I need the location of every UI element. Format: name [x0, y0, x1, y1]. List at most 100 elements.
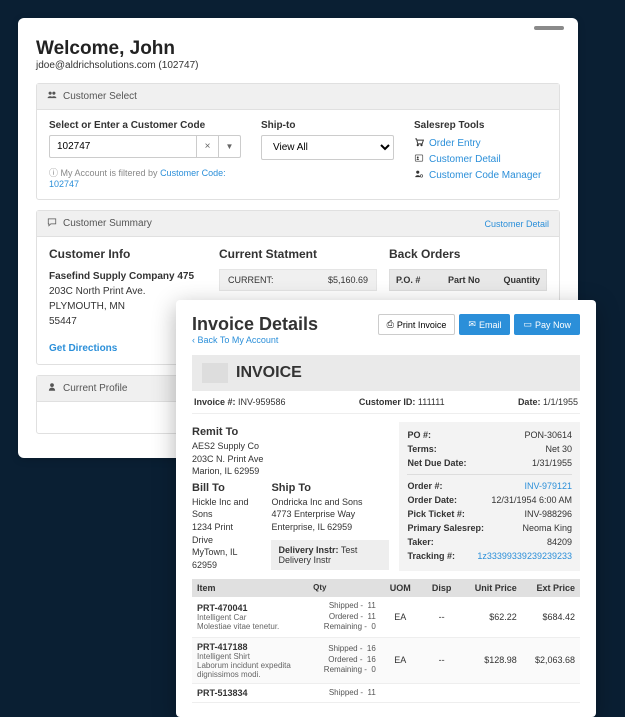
order-link[interactable]: INV-979121 [524, 481, 572, 491]
customer-id: 111111 [418, 397, 445, 407]
tracking-link[interactable]: 1z33399339239239233 [477, 551, 572, 561]
statement-label: CURRENT: [228, 275, 274, 285]
pay-button[interactable]: ▭ Pay Now [514, 314, 580, 335]
statement-amount: $5,160.69 [328, 275, 368, 285]
item-ext [522, 689, 580, 697]
salesrep: Neoma King [522, 523, 572, 533]
item-unit: $128.98 [464, 651, 522, 669]
tool-customer-detail[interactable]: Customer Detail [414, 151, 547, 167]
email-button[interactable]: ✉ Email [459, 314, 510, 335]
col-unit: Unit Price [464, 579, 522, 597]
filter-note: ⓘ My Account is filtered by Customer Cod… [49, 166, 241, 189]
clear-icon[interactable]: × [197, 135, 219, 158]
item-qty: Shipped - 11 [308, 684, 381, 702]
taker: 84209 [547, 537, 572, 547]
bill-name: Hickle Inc and Sons [192, 497, 249, 520]
doc-label: INVOICE [236, 364, 302, 382]
item-uom [381, 689, 420, 697]
shipto-label: Ship-to [261, 120, 394, 131]
invoice-date: 1/1/1955 [543, 397, 578, 407]
bill-city: MyTown, IL 62959 [192, 547, 237, 570]
col-item: Item [192, 579, 308, 597]
info-title: Customer Info [49, 247, 207, 261]
card-title: Customer Summary [63, 218, 152, 229]
due-date: 1/31/1955 [532, 458, 572, 468]
item-uom: EA [381, 651, 420, 669]
line-item: PRT-470041Intelligent CarMolestiae vitae… [192, 597, 580, 637]
card-title: Current Profile [63, 383, 127, 394]
delivery-instr: Delivery Instr: Test Delivery Instr [271, 540, 389, 570]
backorders-title: Back Orders [389, 247, 547, 261]
person-icon [47, 382, 57, 395]
bill-title: Bill To [192, 482, 255, 494]
welcome-heading: Welcome, John [36, 38, 560, 60]
invoice-panel: Invoice Details ‹ Back To My Account ⎙ P… [176, 300, 596, 717]
item-unit [464, 689, 522, 697]
person-card-icon [414, 153, 424, 165]
remit-title: Remit To [192, 426, 389, 438]
company-name: Fasefind Supply Company 475 [49, 271, 194, 282]
tool-code-manager[interactable]: Customer Code Manager [414, 167, 547, 183]
customer-detail-link[interactable]: Customer Detail [484, 219, 549, 229]
cart-icon [414, 137, 424, 149]
item-ext: $2,063.68 [522, 651, 580, 669]
item-sku: PRT-513834 [197, 688, 303, 698]
item-ext: $684.42 [522, 608, 580, 626]
remit-city: Marion, IL 62959 [192, 466, 259, 476]
po-number: PON-30614 [524, 430, 572, 440]
print-icon: ⎙ [387, 319, 394, 330]
info-icon: ⓘ [49, 168, 61, 178]
customer-select-header: Customer Select [37, 84, 559, 110]
person-gear-icon [414, 169, 424, 181]
order-date: 12/31/1954 6:00 AM [491, 495, 572, 505]
customer-code-input[interactable] [49, 135, 197, 158]
ship-city: Enterprise, IL 62959 [271, 522, 352, 532]
drag-handle[interactable] [534, 26, 564, 30]
summary-header: Customer Summary Customer Detail [37, 211, 559, 237]
ship-title: Ship To [271, 482, 389, 494]
customer-select-card: Customer Select Select or Enter a Custom… [36, 83, 560, 200]
item-name: Intelligent Shirt [197, 652, 303, 661]
item-disp: -- [420, 608, 464, 626]
remit-street: 203C N. Print Ave [192, 454, 263, 464]
pick-ticket: INV-988296 [524, 509, 572, 519]
email-icon: ✉ [468, 319, 476, 330]
col-ext: Ext Price [522, 579, 580, 597]
items-header: Item Qty UOM Disp Unit Price Ext Price [192, 579, 580, 597]
tool-order-entry[interactable]: Order Entry [414, 135, 547, 151]
invoice-logo-placeholder [202, 363, 228, 383]
zip: 55447 [49, 316, 77, 327]
item-unit: $62.22 [464, 608, 522, 626]
code-label: Select or Enter a Customer Code [49, 120, 241, 131]
back-link[interactable]: ‹ Back To My Account [192, 335, 580, 345]
col-disp: Disp [420, 579, 464, 597]
col-partno: Part No [442, 270, 494, 290]
item-qty: Shipped - 11Ordered - 11Remaining - 0 [308, 597, 381, 636]
item-uom: EA [381, 608, 420, 626]
invoice-number: INV-959586 [238, 397, 286, 407]
item-sku: PRT-417188 [197, 642, 303, 652]
remit-name: AES2 Supply Co [192, 441, 259, 451]
item-desc: Laborum incidunt expedita dignissimos mo… [197, 661, 303, 679]
tools-title: Salesrep Tools [414, 120, 547, 131]
invoice-sidebar: PO #:PON-30614 Terms:Net 30 Net Due Date… [399, 422, 580, 571]
backorders-header: P.O. # Part No Quantity [389, 269, 547, 291]
people-icon [47, 90, 57, 103]
dropdown-caret-icon[interactable]: ▼ [219, 135, 241, 158]
col-qty: Quantity [494, 270, 546, 290]
invoice-meta: Invoice #: INV-959586 Customer ID: 11111… [192, 391, 580, 414]
ship-name: Ondricka Inc and Sons [271, 497, 362, 507]
print-button[interactable]: ⎙ Print Invoice [378, 314, 456, 335]
shipto-select[interactable]: View All [261, 135, 394, 160]
item-name: Intelligent Car [197, 613, 303, 622]
item-sku: PRT-470041 [197, 603, 303, 613]
ship-street: 4773 Enterprise Way [271, 509, 355, 519]
card-icon: ▭ [523, 319, 532, 330]
col-qty: Qty [308, 579, 381, 597]
line-item: PRT-513834 Shipped - 11 [192, 684, 580, 703]
card-title: Customer Select [63, 91, 137, 102]
bill-street: 1234 Print Drive [192, 522, 233, 545]
terms: Net 30 [545, 444, 572, 454]
item-disp: -- [420, 651, 464, 669]
user-email: jdoe@aldrichsolutions.com (102747) [36, 60, 560, 71]
